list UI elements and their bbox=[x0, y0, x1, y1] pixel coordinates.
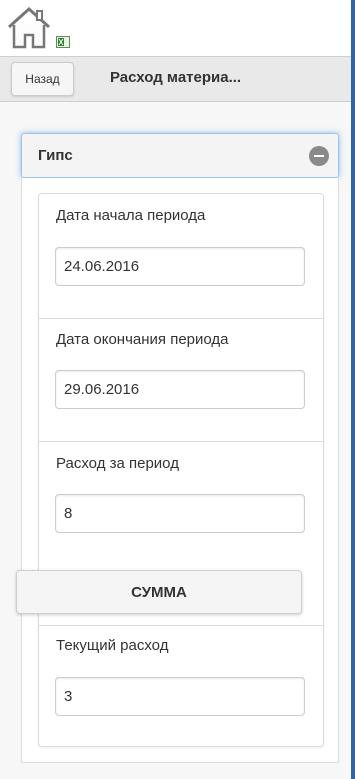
divider bbox=[39, 441, 323, 442]
start-date-field[interactable]: 24.06.2016 bbox=[55, 247, 305, 286]
collapsible-header-gips[interactable]: Гипс bbox=[21, 133, 339, 178]
back-button[interactable]: Назад bbox=[11, 62, 74, 96]
section-title: Гипс bbox=[38, 147, 73, 164]
home-icon[interactable] bbox=[5, 5, 53, 50]
current-usage-field[interactable]: 3 bbox=[55, 677, 305, 716]
start-date-label: Дата начала периода bbox=[56, 207, 206, 224]
divider bbox=[39, 625, 323, 626]
end-date-field[interactable]: 29.06.2016 bbox=[55, 370, 305, 409]
divider bbox=[39, 318, 323, 319]
app-page: Назад Расход материа... Гипс Дата начала… bbox=[0, 0, 351, 779]
page-title: Расход материа... bbox=[110, 69, 242, 86]
sum-button[interactable]: СУММА bbox=[16, 570, 302, 614]
excel-file-icon[interactable] bbox=[56, 36, 70, 48]
fields-list: Дата начала периода 24.06.2016 Дата окон… bbox=[38, 193, 324, 747]
top-bar bbox=[0, 0, 351, 56]
collapsible-content: Дата начала периода 24.06.2016 Дата окон… bbox=[21, 178, 339, 763]
header-bar: Назад Расход материа... bbox=[0, 56, 351, 102]
minus-circle-icon[interactable] bbox=[309, 146, 329, 166]
end-date-label: Дата окончания периода bbox=[56, 331, 229, 348]
period-usage-label: Расход за период bbox=[56, 455, 179, 472]
period-usage-field[interactable]: 8 bbox=[55, 494, 305, 533]
current-usage-label: Текущий расход bbox=[56, 637, 169, 654]
